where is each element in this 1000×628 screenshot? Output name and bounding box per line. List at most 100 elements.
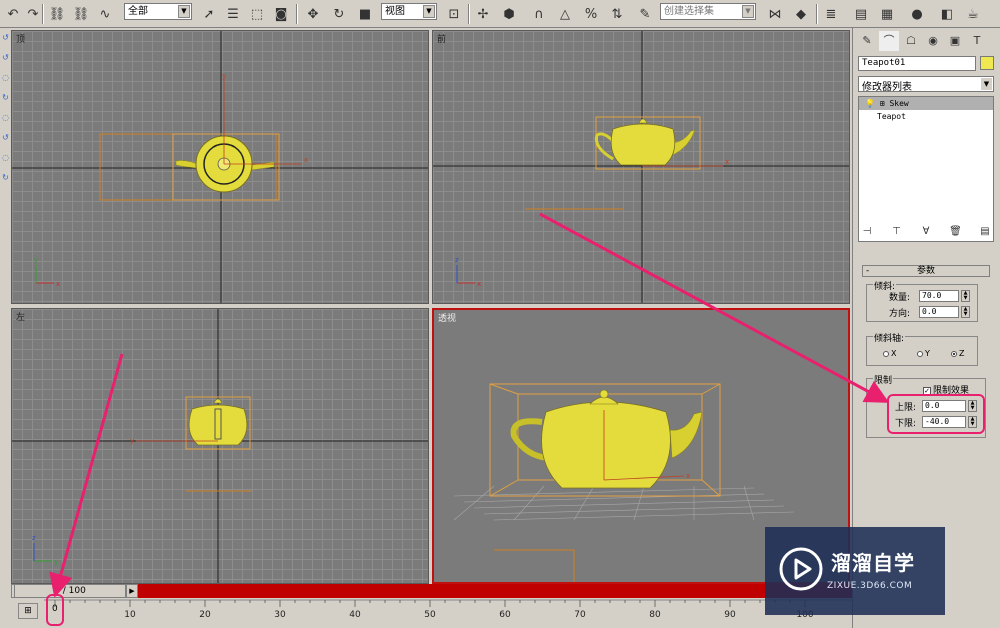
layer-manager-icon[interactable]: ≣ <box>820 3 842 25</box>
select-object-icon[interactable]: ➚ <box>198 3 220 25</box>
expand-icon[interactable]: ⊞ <box>880 99 885 108</box>
motion-tab-icon[interactable]: ◉ <box>923 31 943 51</box>
axis-x-label: X <box>891 349 897 358</box>
direction-spinner-arrows[interactable]: ▲ ▼ <box>961 306 970 318</box>
stack-item-skew[interactable]: 💡 ⊞ Skew <box>859 97 993 110</box>
viewport-front[interactable]: 前 x x z <box>432 30 850 304</box>
stack-item-teapot[interactable]: Teapot <box>859 110 993 123</box>
track-bar[interactable]: ⊞ 0 10 20 30 40 50 60 70 80 90 100 <box>0 598 852 628</box>
bind-spacewarp-icon[interactable]: ∿ <box>94 3 116 25</box>
quick-render-icon[interactable]: ☕ <box>962 3 984 25</box>
named-selection-placeholder: 创建选择集 <box>664 6 714 17</box>
watermark-subtitle: ZIXUE.3D66.COM <box>827 581 913 591</box>
viewport-left[interactable]: 左 y y z <box>11 308 429 584</box>
modifier-list-label: 修改器列表 <box>862 82 912 93</box>
pin-stack-icon[interactable]: ⊣ <box>858 226 876 242</box>
time-slider-thumb[interactable]: 0 / 100 <box>14 584 126 598</box>
select-by-name-icon[interactable]: ☰ <box>222 3 244 25</box>
angle-snap-icon[interactable]: △ <box>554 3 576 25</box>
svg-text:x: x <box>304 156 308 164</box>
display-tab-icon[interactable]: ▣ <box>945 31 965 51</box>
unlink-icon[interactable]: ⛓ <box>70 3 92 25</box>
edit-named-selection-icon[interactable]: ✎ <box>634 3 656 25</box>
chevron-down-icon: ▼ <box>742 5 754 18</box>
svg-text:y: y <box>130 437 134 445</box>
undo-icon[interactable]: ↶ <box>2 3 24 25</box>
create-tab-icon[interactable]: ✎ <box>857 31 877 51</box>
axis-x-radio[interactable]: X <box>883 349 896 358</box>
move-icon[interactable]: ✥ <box>302 3 324 25</box>
stack-item-label: Skew <box>889 99 909 108</box>
make-unique-icon[interactable]: ∀ <box>917 226 935 242</box>
rotate-icon[interactable]: ↻ <box>328 3 350 25</box>
pivot-center-icon[interactable]: ⊡ <box>443 3 465 25</box>
command-panel-tabs: ✎ ⌒ ☖ ◉ ▣ T <box>857 31 997 53</box>
reference-coordinate-dropdown[interactable]: 视图 ▼ <box>381 3 437 20</box>
named-selection-dropdown[interactable]: 创建选择集 ▼ <box>660 3 756 20</box>
window-crossing-icon[interactable]: ◙ <box>270 3 292 25</box>
modifier-stack: 💡 ⊞ Skew Teapot <box>858 96 994 242</box>
spinner-snap-icon[interactable]: ⇅ <box>606 3 628 25</box>
parameters-title: 参数 <box>916 266 935 276</box>
track-tick-label: 40 <box>349 610 361 620</box>
viewport-left-scene: y y z <box>12 309 428 583</box>
strip-icon[interactable]: ↺ <box>0 128 11 148</box>
hierarchy-tab-icon[interactable]: ☖ <box>901 31 921 51</box>
strip-icon[interactable]: ↺ <box>0 48 11 68</box>
selection-filter-value: 全部 <box>128 6 148 17</box>
modifier-list-dropdown[interactable]: 修改器列表 ▼ <box>858 76 994 93</box>
svg-text:y: y <box>54 558 58 566</box>
snap-toggle-icon[interactable]: ∩ <box>528 3 550 25</box>
chevron-down-icon: ▼ <box>423 5 435 18</box>
selection-filter-dropdown[interactable]: 全部 ▼ <box>124 3 192 20</box>
curve-editor-icon[interactable]: ▤ <box>850 3 872 25</box>
rect-selection-icon[interactable]: ⬚ <box>246 3 268 25</box>
direction-spinner[interactable]: 0.0 <box>919 306 959 318</box>
lightbulb-icon[interactable]: 💡 <box>865 99 875 108</box>
modify-tab-icon[interactable]: ⌒ <box>879 31 899 51</box>
app-window: ↶ ↷ ⛓ ⛓ ∿ 全部 ▼ ➚ ☰ ⬚ ◙ ✥ ↻ ■ 视图 ▼ ⊡ ✢ ⬢ … <box>0 0 1000 628</box>
align-icon[interactable]: ◆ <box>790 3 812 25</box>
select-manipulate-icon[interactable]: ✢ <box>472 3 494 25</box>
redo-icon[interactable]: ↷ <box>22 3 44 25</box>
svg-text:x: x <box>56 280 60 288</box>
strip-icon[interactable]: ↻ <box>0 168 11 188</box>
remove-modifier-icon[interactable]: 🗑 <box>947 226 965 242</box>
axis-z-radio[interactable]: Z <box>951 349 964 358</box>
radio-dot <box>917 350 923 357</box>
amount-spinner[interactable]: 70.0 <box>919 290 959 302</box>
scale-icon[interactable]: ■ <box>354 3 376 25</box>
select-link-icon[interactable]: ⛓ <box>46 3 68 25</box>
mirror-icon[interactable]: ⋈ <box>764 3 786 25</box>
viewport-top[interactable]: 顶 x y x y <box>11 30 429 304</box>
material-editor-icon[interactable]: ● <box>906 3 928 25</box>
stack-item-label: Teapot <box>877 112 906 121</box>
strip-icon[interactable]: ◌ <box>0 68 11 88</box>
track-tick-label: 70 <box>574 610 586 620</box>
parameters-rollout-header[interactable]: - 参数 <box>862 265 990 277</box>
utilities-tab-icon[interactable]: T <box>967 31 987 51</box>
object-name-field[interactable]: Teapot01 <box>858 56 976 71</box>
direction-label: 方向: <box>889 309 911 319</box>
object-color-swatch[interactable] <box>980 56 994 70</box>
render-setup-icon[interactable]: ◧ <box>936 3 958 25</box>
collapse-icon: - <box>866 266 870 276</box>
highlight-frame-box <box>46 594 64 626</box>
axis-y-radio[interactable]: Y <box>917 349 930 358</box>
strip-icon[interactable]: ◌ <box>0 148 11 168</box>
radio-dot <box>883 350 889 357</box>
keyboard-shortcut-icon[interactable]: ⬢ <box>498 3 520 25</box>
configure-sets-icon[interactable]: ▤ <box>976 226 994 242</box>
strip-icon[interactable]: ↻ <box>0 88 11 108</box>
strip-icon[interactable]: ↺ <box>0 28 11 48</box>
radio-dot-selected <box>951 350 957 357</box>
next-frame-arrow-icon[interactable]: ▶ <box>126 584 138 598</box>
play-logo-icon <box>779 547 823 591</box>
percent-snap-icon[interactable]: % <box>580 3 602 25</box>
skew-axis-group: 倾斜轴: X Y Z <box>866 331 978 366</box>
show-end-result-icon[interactable]: ⊤ <box>888 226 906 242</box>
strip-icon[interactable]: ◌ <box>0 108 11 128</box>
schematic-view-icon[interactable]: ▦ <box>876 3 898 25</box>
svg-text:x: x <box>477 280 481 288</box>
amount-spinner-arrows[interactable]: ▲ ▼ <box>961 290 970 302</box>
